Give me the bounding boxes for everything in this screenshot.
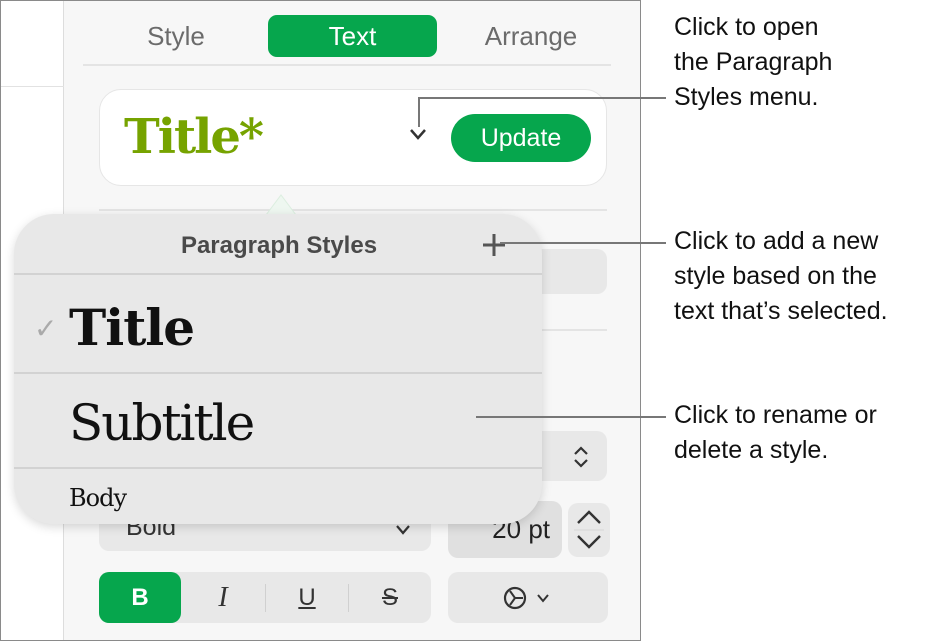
- callout-line: [418, 97, 666, 99]
- callout-text: Styles menu.: [674, 83, 819, 111]
- callout-line: [418, 97, 420, 127]
- callout-text: text that’s selected.: [674, 297, 888, 325]
- style-item-body[interactable]: Body: [69, 484, 127, 512]
- checkmark-icon: ✓: [34, 313, 58, 344]
- tab-arrange[interactable]: Arrange: [461, 15, 601, 57]
- callout-rename-style: Click to rename or delete a style.: [674, 398, 877, 468]
- callout-line: [500, 242, 666, 244]
- callout-open-menu: Click to open the Paragraph Styles menu.: [674, 10, 832, 115]
- style-item-subtitle[interactable]: Subtitle: [69, 394, 255, 452]
- callout-text: Click to open: [674, 13, 819, 41]
- menu-title: Paragraph Styles: [180, 232, 378, 259]
- strikethrough-button[interactable]: S: [350, 572, 430, 623]
- divider: [14, 273, 542, 275]
- divider: [531, 329, 607, 331]
- chevron-down-icon: [394, 523, 412, 542]
- advanced-options-button[interactable]: [448, 572, 608, 623]
- divider: [99, 209, 607, 211]
- callout-text: the Paragraph: [674, 48, 833, 76]
- updown-chevron-icon: [571, 445, 591, 474]
- italic-button[interactable]: I: [183, 572, 263, 623]
- plus-icon: [483, 234, 505, 256]
- callout-text: style based on the: [674, 262, 877, 290]
- divider: [1, 86, 64, 87]
- gear-icon: [503, 586, 549, 609]
- tab-style[interactable]: Style: [121, 15, 231, 57]
- divider: [265, 584, 266, 612]
- callout-text: Click to rename or: [674, 401, 877, 429]
- underline-button[interactable]: U: [266, 572, 348, 623]
- font-size-stepper[interactable]: [568, 503, 610, 557]
- callout-text: Click to add a new: [674, 227, 879, 255]
- current-style-name[interactable]: Title*: [124, 109, 264, 165]
- callout-line: [476, 416, 666, 418]
- divider: [83, 64, 611, 66]
- bold-button[interactable]: B: [99, 572, 181, 623]
- callout-add-style: Click to add a new style based on the te…: [674, 224, 888, 329]
- divider: [348, 584, 349, 612]
- update-button[interactable]: Update: [451, 114, 591, 162]
- callout-text: delete a style.: [674, 436, 829, 464]
- popover-arrow: [265, 191, 297, 216]
- tab-text[interactable]: Text: [268, 15, 437, 57]
- paragraph-styles-menu: Paragraph Styles ✓ Title Subtitle Body: [14, 214, 542, 524]
- divider: [14, 467, 542, 469]
- divider: [14, 372, 542, 374]
- add-style-button[interactable]: [480, 231, 508, 264]
- style-item-title[interactable]: Title: [69, 298, 195, 357]
